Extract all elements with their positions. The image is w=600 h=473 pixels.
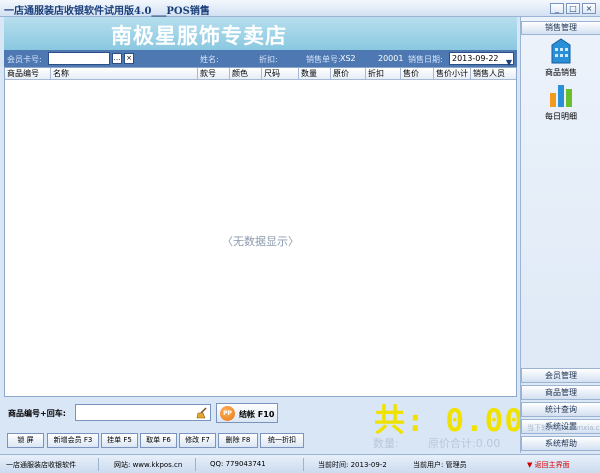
edit-button[interactable]: 修改 F7 — [179, 433, 216, 448]
delete-button[interactable]: 删除 F8 — [218, 433, 258, 448]
maximize-button[interactable]: □ — [566, 3, 580, 14]
sale-number-label: 销售单号: — [306, 55, 341, 64]
status-divider — [195, 458, 196, 471]
building-icon — [551, 38, 571, 64]
sale-date-label: 销售日期: — [408, 55, 443, 64]
status-current-time: 当前时间: 2013-09-2 — [318, 461, 387, 469]
col-name[interactable]: 名称 — [51, 68, 198, 80]
status-website: 网站: www.kkpos.cn — [114, 461, 183, 469]
col-salesperson[interactable]: 销售人员 — [471, 68, 516, 80]
sale-date-picker[interactable]: 2013-09-22 ▼ — [449, 52, 514, 67]
daily-detail-label: 每日明细 — [545, 112, 577, 121]
status-current-user: 当前用户: 管理员 — [413, 461, 467, 469]
product-code-label: 商品编号+回车: — [8, 409, 66, 418]
bar-chart-icon — [550, 85, 572, 107]
sale-number-prefix: XS2 — [340, 54, 356, 63]
sale-info-bar: 会员卡号: … × 姓名: 折扣: 销售单号: XS2 20001 销售日期: … — [4, 50, 517, 67]
pp-icon: PP — [220, 406, 235, 421]
status-divider — [98, 458, 99, 471]
lock-screen-button[interactable]: 锁 屏 — [7, 433, 44, 448]
sale-number-value: 20001 — [378, 54, 404, 63]
member-clear-button[interactable]: × — [124, 53, 134, 64]
empty-state-message: 〈无数据显示〉 — [222, 235, 299, 248]
member-card-label: 会员卡号: — [7, 55, 42, 64]
grid-header: 商品编号 名称 款号 颜色 尺码 数量 原价 折扣 售价 售价小计 销售人员 — [5, 68, 516, 80]
col-quantity[interactable]: 数量 — [299, 68, 331, 80]
minimize-button[interactable]: _ — [550, 3, 564, 14]
sales-management-header[interactable]: 销售管理 — [521, 21, 600, 35]
system-help-button[interactable]: 系统帮助 — [521, 436, 600, 451]
status-bar: 一店通服装店收银软件 网站: www.kkpos.cn QQ: 77904374… — [0, 454, 600, 473]
store-name: 南极星服饰专卖店 — [111, 24, 287, 48]
daily-detail-button[interactable]: 每日明细 — [531, 81, 591, 125]
statistics-query-button[interactable]: 统计查询 — [521, 402, 600, 417]
product-management-button[interactable]: 商品管理 — [521, 385, 600, 400]
uniform-discount-button[interactable]: 统一折扣 — [260, 433, 304, 448]
retrieve-order-button[interactable]: 取单 F6 — [140, 433, 177, 448]
col-original-price[interactable]: 原价 — [331, 68, 366, 80]
product-sales-button[interactable]: 商品销售 — [531, 37, 591, 81]
add-member-button[interactable]: 新增会员 F3 — [47, 433, 99, 448]
function-buttons-row: 锁 屏 新增会员 F3 挂单 F5 取单 F6 修改 F7 删除 F8 统一折扣… — [4, 432, 517, 450]
hold-order-button[interactable]: 挂单 F5 — [101, 433, 138, 448]
right-sidebar: 销售管理 商品销售 每日明细 会员管理 商品管理 统计查询 系统设置 系统帮助 … — [520, 17, 600, 453]
close-button[interactable]: × — [582, 3, 596, 14]
col-style-no[interactable]: 款号 — [198, 68, 230, 80]
sales-grid[interactable]: 商品编号 名称 款号 颜色 尺码 数量 原价 折扣 售价 售价小计 销售人员 〈… — [4, 67, 517, 397]
col-color[interactable]: 颜色 — [230, 68, 262, 80]
product-code-input[interactable] — [75, 404, 211, 421]
product-sales-label: 商品销售 — [545, 68, 577, 77]
scan-row: 商品编号+回车: PP 结帐 F10 共: 0.00 — [4, 399, 523, 439]
col-subtotal[interactable]: 售价小计 — [434, 68, 471, 80]
member-lookup-button[interactable]: … — [112, 53, 122, 64]
original-total-summary: 原价合计:0.00 — [428, 437, 501, 450]
checkout-button[interactable]: PP 结帐 F10 — [216, 403, 278, 423]
col-product-code[interactable]: 商品编号 — [5, 68, 51, 80]
status-qq: QQ: 779043741 — [210, 460, 266, 468]
return-main-link[interactable]: ▼ 返回主界面 — [527, 460, 570, 470]
col-sale-price[interactable]: 售价 — [401, 68, 434, 80]
discount-label: 折扣: — [259, 55, 278, 64]
broom-icon[interactable] — [196, 407, 208, 419]
status-software-name: 一店通服装店收银软件 — [6, 461, 76, 469]
status-divider — [303, 458, 304, 471]
col-size[interactable]: 尺码 — [262, 68, 299, 80]
quantity-summary: 数量: — [373, 437, 399, 450]
window-controls: _ □ × — [550, 3, 596, 14]
sale-date-value: 2013-09-22 — [452, 54, 499, 63]
store-banner: 南极星服饰专卖店 — [4, 17, 517, 50]
member-name-label: 姓名: — [200, 55, 219, 64]
col-discount[interactable]: 折扣 — [366, 68, 401, 80]
window-title: 一店通服装店收银软件试用版4.0___POS销售 — [4, 6, 210, 17]
member-card-input[interactable] — [48, 52, 110, 65]
member-management-button[interactable]: 会员管理 — [521, 368, 600, 383]
title-bar: 一店通服装店收银软件试用版4.0___POS销售 _ □ × — [0, 0, 600, 17]
watermark-text: 当下软件园 downxia.com — [527, 424, 600, 432]
checkout-label: 结帐 F10 — [239, 410, 275, 419]
